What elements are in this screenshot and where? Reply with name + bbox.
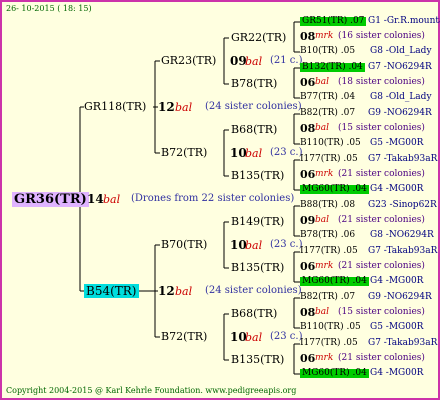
gen2-id[interactable]: B72(TR) bbox=[161, 331, 207, 342]
gen2-mark: bal bbox=[245, 331, 263, 344]
gen4-sister-note: (15 sister colonies) bbox=[338, 307, 425, 317]
report-date: 26- 10-2015 ( 18: 15) bbox=[6, 4, 92, 13]
gen1-dam-mark: bal bbox=[175, 285, 193, 298]
gen3-id[interactable]: GR22(TR) bbox=[231, 32, 286, 43]
gen4-dam-id[interactable]: B77(TR) .04 bbox=[300, 93, 355, 102]
gen4-sire-pedigree: G7 -Takab93aR bbox=[368, 154, 438, 164]
gen4-year: 06 bbox=[300, 260, 316, 273]
gen4-sister-note: (18 sister colonies) bbox=[338, 77, 425, 87]
gen4-sire-pedigree: G7 -Takab93aR bbox=[368, 246, 438, 256]
gen4-mark: bal bbox=[315, 307, 330, 317]
gen2-note: (23 c.) bbox=[270, 147, 303, 158]
gen4-dam-id[interactable]: B78(TR) .06 bbox=[300, 231, 355, 240]
gen4-sister-note: (21 sister colonies) bbox=[338, 169, 425, 179]
gen4-dam-id[interactable]: B110(TR) .05 bbox=[300, 139, 361, 148]
gen3-id[interactable]: B68(TR) bbox=[231, 308, 277, 319]
gen2-note: (23 c.) bbox=[270, 239, 303, 250]
gen4-mark: mrk bbox=[315, 31, 334, 41]
gen4-sire-pedigree: G9 -NO6294R bbox=[368, 108, 432, 118]
gen4-sire-pedigree: G1 -Gr.R.mounta bbox=[368, 16, 440, 26]
gen4-sire-id[interactable]: B82(TR) .07 bbox=[300, 109, 355, 118]
gen4-sire-id[interactable]: I177(TR) .05 bbox=[300, 247, 358, 256]
gen4-sister-note: (21 sister colonies) bbox=[338, 215, 425, 225]
copyright-footer: Copyright 2004-2015 @ Karl Kehrle Founda… bbox=[6, 386, 297, 395]
gen4-sister-note: (21 sister colonies) bbox=[338, 353, 425, 363]
gen4-dam-pedigree: G8 -Old_Lady bbox=[370, 92, 432, 102]
gen4-dam-id[interactable]: MG60(TR) .04 bbox=[300, 369, 369, 378]
gen4-year: 08 bbox=[300, 306, 316, 319]
root-queen-id[interactable]: GR36(TR) bbox=[12, 192, 89, 207]
gen4-sire-pedigree: G7 -NO6294R bbox=[368, 62, 432, 72]
gen4-dam-pedigree: G8 -NO6294R bbox=[370, 230, 434, 240]
gen4-dam-pedigree: G8 -Old_Lady bbox=[370, 46, 432, 56]
gen4-sister-note: (21 sister colonies) bbox=[338, 261, 425, 271]
gen4-sire-pedigree: G7 -Takab93aR bbox=[368, 338, 438, 348]
gen4-sire-id[interactable]: GR51(TR) .07 bbox=[300, 17, 367, 26]
gen4-mark: bal bbox=[315, 77, 330, 87]
gen4-sire-pedigree: G23 -Sinop62R bbox=[368, 200, 437, 210]
gen3-id[interactable]: B68(TR) bbox=[231, 124, 277, 135]
gen4-year: 08 bbox=[300, 30, 316, 43]
gen4-year: 06 bbox=[300, 76, 316, 89]
root-mark: bal bbox=[103, 193, 121, 206]
gen4-dam-id[interactable]: MG60(TR) .04 bbox=[300, 185, 369, 194]
gen4-year: 09 bbox=[300, 214, 316, 227]
gen1-sire-note: (24 sister colonies) bbox=[205, 101, 302, 112]
gen1-sire-id[interactable]: GR118(TR) bbox=[84, 101, 146, 112]
gen3-id[interactable]: B149(TR) bbox=[231, 216, 284, 227]
gen3-id[interactable]: B135(TR) bbox=[231, 170, 284, 181]
gen4-sire-id[interactable]: I177(TR) .05 bbox=[300, 339, 358, 348]
gen4-dam-pedigree: G4 -MG00R bbox=[370, 276, 424, 286]
gen3-id[interactable]: B135(TR) bbox=[231, 354, 284, 365]
gen4-year: 06 bbox=[300, 352, 316, 365]
gen2-id[interactable]: GR23(TR) bbox=[161, 55, 216, 66]
gen4-sire-id[interactable]: B88(TR) .08 bbox=[300, 201, 355, 210]
gen4-sire-id[interactable]: B132(TR) .04 bbox=[300, 63, 365, 72]
gen4-mark: mrk bbox=[315, 261, 334, 271]
gen4-mark: bal bbox=[315, 123, 330, 133]
gen4-sire-id[interactable]: I177(TR) .05 bbox=[300, 155, 358, 164]
gen4-dam-pedigree: G5 -MG00R bbox=[370, 322, 424, 332]
gen4-dam-pedigree: G5 -MG00R bbox=[370, 138, 424, 148]
gen2-note: (23 c.) bbox=[270, 331, 303, 342]
gen4-sire-id[interactable]: B82(TR) .07 bbox=[300, 293, 355, 302]
gen4-sire-pedigree: G9 -NO6294R bbox=[368, 292, 432, 302]
gen4-dam-pedigree: G4 -MG00R bbox=[370, 368, 424, 378]
gen3-id[interactable]: B78(TR) bbox=[231, 78, 277, 89]
gen2-mark: bal bbox=[245, 147, 263, 160]
gen4-dam-id[interactable]: B10(TR) .05 bbox=[300, 47, 355, 56]
gen1-dam-year: 12 bbox=[158, 284, 175, 298]
gen2-note: (21 c.) bbox=[270, 55, 303, 66]
gen4-year: 08 bbox=[300, 122, 316, 135]
gen4-mark: bal bbox=[315, 215, 330, 225]
root-year: 14 bbox=[87, 192, 104, 206]
gen1-dam-note: (24 sister colonies) bbox=[205, 285, 302, 296]
gen4-dam-id[interactable]: MG60(TR) .04 bbox=[300, 277, 369, 286]
root-drone-note: (Drones from 22 sister colonies) bbox=[131, 193, 295, 204]
gen4-dam-id[interactable]: B110(TR) .05 bbox=[300, 323, 361, 332]
gen4-mark: mrk bbox=[315, 353, 334, 363]
gen1-sire-mark: bal bbox=[175, 101, 193, 114]
gen4-mark: mrk bbox=[315, 169, 334, 179]
gen2-id[interactable]: B70(TR) bbox=[161, 239, 207, 250]
gen2-mark: bal bbox=[245, 239, 263, 252]
gen4-year: 06 bbox=[300, 168, 316, 181]
gen1-dam-id[interactable]: B54(TR) bbox=[84, 284, 139, 298]
gen2-id[interactable]: B72(TR) bbox=[161, 147, 207, 158]
gen2-mark: bal bbox=[245, 55, 263, 68]
gen1-sire-year: 12 bbox=[158, 100, 175, 114]
gen4-sister-note: (16 sister colonies) bbox=[338, 31, 425, 41]
gen4-dam-pedigree: G4 -MG00R bbox=[370, 184, 424, 194]
gen4-sister-note: (15 sister colonies) bbox=[338, 123, 425, 133]
gen3-id[interactable]: B135(TR) bbox=[231, 262, 284, 273]
